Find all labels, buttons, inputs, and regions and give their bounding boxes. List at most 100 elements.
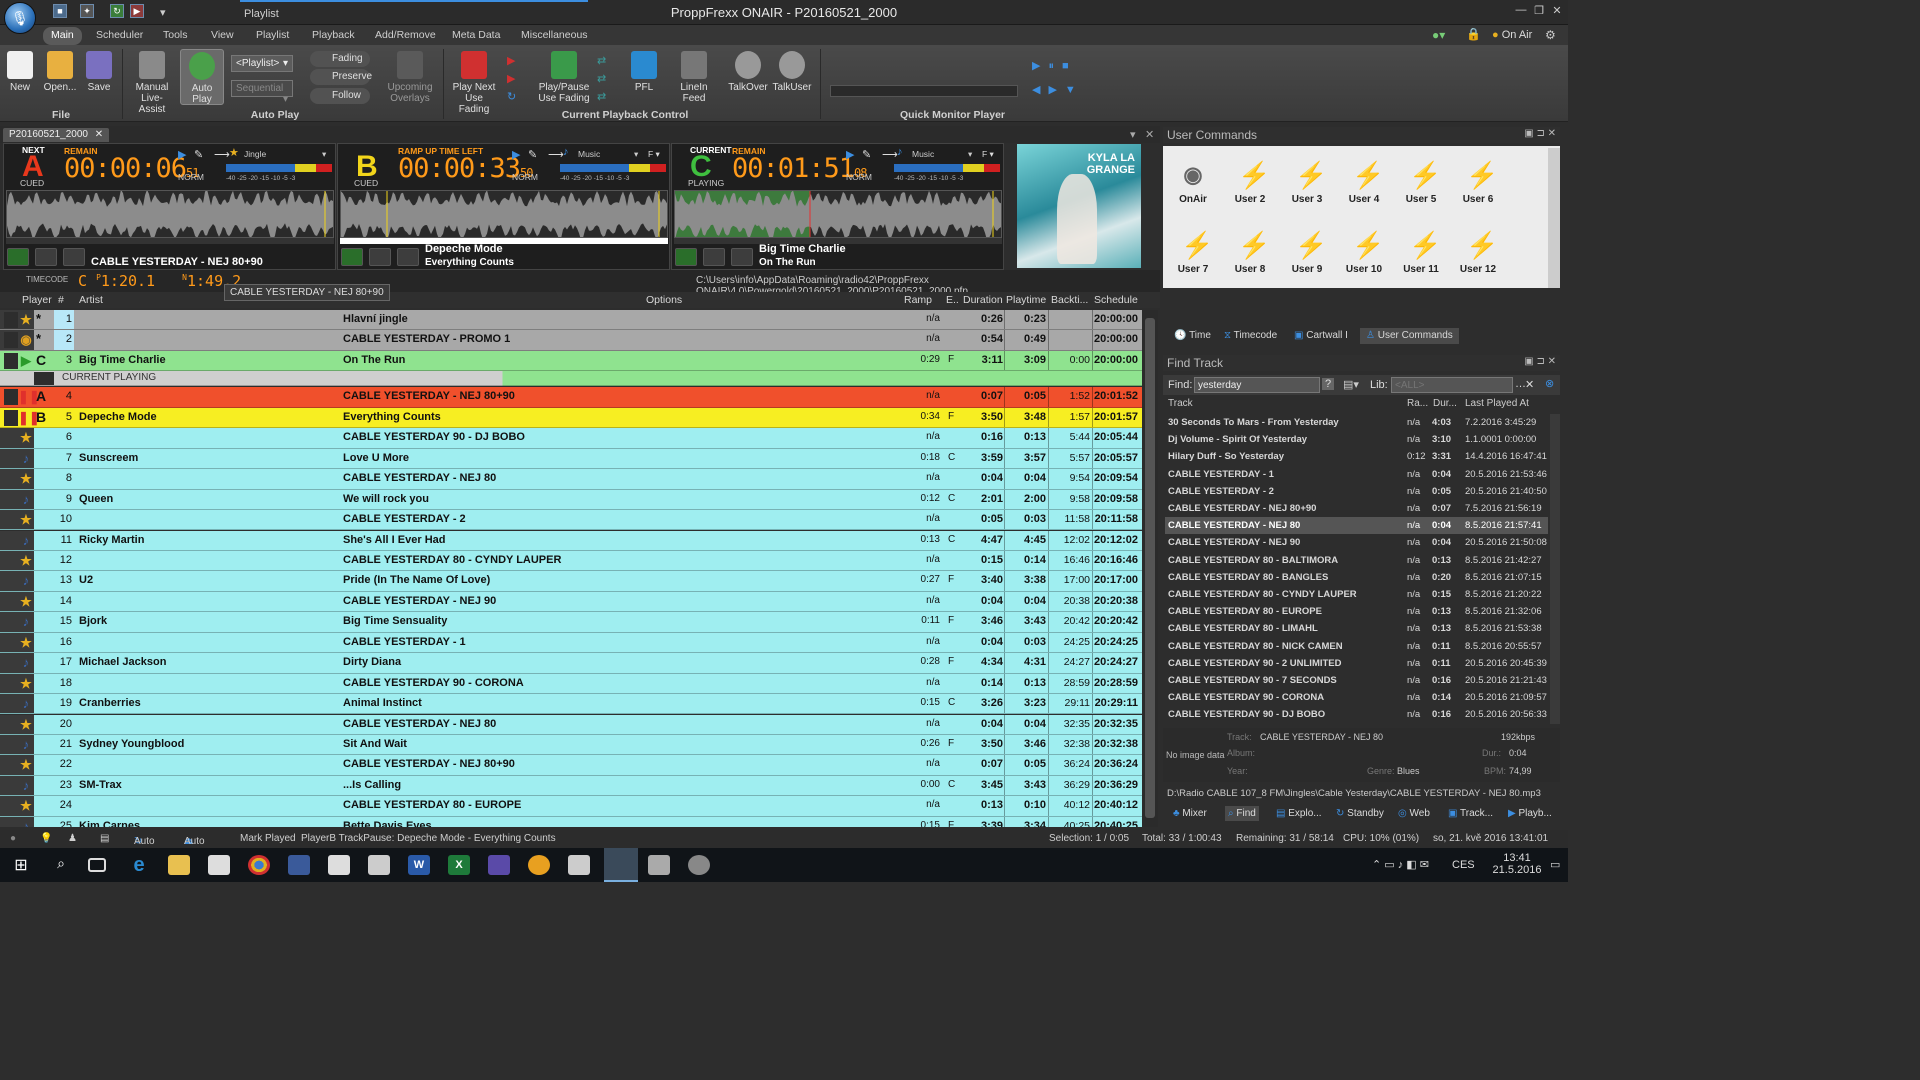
tab-miscellaneous[interactable]: Miscellaneous — [513, 27, 596, 45]
close-button[interactable]: ✕ — [1549, 4, 1565, 18]
table-row[interactable]: ▶ C 3 Big Time Charlie On The Run 0:29 F 3:11 3:… — [0, 351, 1142, 371]
panel-menu-icon[interactable]: ▾ — [1130, 128, 1136, 141]
row-drag-handle[interactable] — [4, 594, 18, 610]
row-drag-handle[interactable] — [4, 676, 18, 692]
tab-scheduler[interactable]: Scheduler — [88, 27, 151, 45]
col-playtime[interactable]: Playtime — [1006, 294, 1046, 306]
table-row[interactable]: ❚❚ A 4 CABLE YESTERDAY - NEJ 80+90 n/a 0:07 0:… — [0, 387, 1142, 407]
chrome-icon[interactable] — [248, 855, 270, 875]
user-command-7[interactable]: ⚡ User 7 — [1165, 230, 1221, 275]
list-item[interactable]: CABLE YESTERDAY - 2 n/a 0:05 20.5.2016 21:4… — [1165, 483, 1548, 500]
edge-browser-icon[interactable]: e — [128, 855, 150, 875]
playlist-scrollbar[interactable] — [1142, 310, 1158, 827]
row-drag-handle[interactable] — [4, 696, 18, 712]
row-drag-handle[interactable] — [4, 655, 18, 671]
preserve-toggle[interactable]: Preserve — [310, 69, 370, 85]
minimize-button[interactable]: — — [1513, 4, 1529, 18]
tab-timecode[interactable]: ⧖ Timecode — [1218, 328, 1283, 344]
col-player[interactable]: Player — [22, 294, 52, 306]
table-row[interactable]: ★ 12 CABLE YESTERDAY 80 - CYNDY LAUPER n/a 0… — [0, 551, 1142, 571]
deck-waveform[interactable] — [340, 190, 668, 238]
tab-add-remove[interactable]: Add/Remove — [367, 27, 444, 45]
table-row[interactable]: ★ 20 CABLE YESTERDAY - NEJ 80 n/a 0:04 0:04 32… — [0, 715, 1142, 735]
find-results-scrollbar[interactable] — [1550, 414, 1560, 724]
tab-tools[interactable]: Tools — [155, 27, 196, 45]
user-command-8[interactable]: ⚡ User 8 — [1222, 230, 1278, 275]
table-row[interactable]: ★ 8 CABLE YESTERDAY - NEJ 80 n/a 0:04 0:04 9:5… — [0, 469, 1142, 489]
table-row[interactable]: ♪ 19 Cranberries Animal Instinct 0:15 C 3:26 3:… — [0, 694, 1142, 714]
follow-toggle[interactable]: Follow — [310, 88, 370, 104]
bulb-icon[interactable]: 💡 — [40, 833, 52, 844]
row-drag-handle[interactable] — [4, 553, 18, 569]
floppy-app-icon[interactable] — [488, 855, 510, 875]
row-drag-handle[interactable] — [4, 312, 18, 328]
deck-rewind-button[interactable] — [63, 248, 85, 266]
close-tab-icon[interactable]: ✕ — [95, 129, 103, 140]
talkuser-button[interactable]: TalkUser — [772, 51, 812, 93]
playlist-scroll-thumb[interactable] — [1145, 318, 1155, 818]
save-button[interactable]: Save — [84, 51, 114, 93]
col-dur[interactable]: Dur... — [1433, 398, 1457, 409]
notifications-icon[interactable]: ▭ — [1550, 858, 1560, 871]
deck-waveform[interactable] — [674, 190, 1002, 238]
system-tray-icons[interactable]: ⌃ ▭ ♪ ◧ ✉ — [1372, 858, 1429, 871]
dock-tab-web[interactable]: ◎ Web — [1395, 806, 1433, 821]
table-row[interactable]: ♪ 21 Sydney Youngblood Sit And Wait 0:26 F 3:5… — [0, 735, 1142, 755]
list-item[interactable]: CABLE YESTERDAY 80 - LIMAHL n/a 0:13 8.5.20… — [1165, 620, 1548, 637]
find-options-icon[interactable]: ▤▾ — [1343, 378, 1359, 391]
table-row[interactable]: ♪ 13 U2 Pride (In The Name Of Love) 0:27 F 3:4… — [0, 571, 1142, 591]
table-row[interactable]: ♪ 11 Ricky Martin She's All I Ever Had 0:13 C… — [0, 531, 1142, 551]
deck-stop-button[interactable] — [369, 248, 391, 266]
playlist-combo[interactable]: <Playlist> ▾ — [231, 55, 293, 72]
film-app-icon[interactable] — [648, 855, 670, 875]
user-command-6[interactable]: ⚡ User 6 — [1450, 160, 1506, 205]
table-row[interactable]: ◉ * 2 CABLE YESTERDAY - PROMO 1 n/a 0:54 0:49 2… — [0, 330, 1142, 350]
table-row[interactable]: ★ * 1 Hlavní jingle n/a 0:26 0:23 20:00:00 — [0, 310, 1142, 330]
table-row[interactable]: ★ 24 CABLE YESTERDAY 80 - EUROPE n/a 0:13 0:1… — [0, 796, 1142, 816]
dock-tab-standby[interactable]: ↻ Standby — [1333, 806, 1387, 821]
table-row[interactable]: ★ 16 CABLE YESTERDAY - 1 n/a 0:04 0:03 24:25 20… — [0, 633, 1142, 653]
list-item[interactable]: CABLE YESTERDAY 80 - NICK CAMEN n/a 0:11 8.… — [1165, 638, 1548, 655]
row-drag-handle[interactable] — [4, 451, 18, 467]
table-row[interactable]: ♪ 25 Kim Carnes Bette Davis Eyes 0:15 F 3:39 3:… — [0, 817, 1142, 827]
list-item[interactable]: Hilary Duff - So Yesterday 0:12 3:31 14.4.2… — [1165, 448, 1548, 465]
row-drag-handle[interactable] — [4, 737, 18, 753]
tab-main[interactable]: Main — [43, 27, 82, 45]
new-button[interactable]: New — [6, 51, 34, 93]
tab-playlist[interactable]: Playlist — [248, 27, 297, 45]
open-button[interactable]: Open... — [42, 51, 78, 93]
user-command-12[interactable]: ⚡ User 12 — [1450, 230, 1506, 275]
linein-feed-button[interactable]: LineIn Feed — [676, 51, 712, 104]
calendar-icon[interactable] — [368, 855, 390, 875]
dock-tab-explo[interactable]: ▤ Explo... — [1273, 806, 1325, 821]
col-track[interactable]: Track — [1168, 398, 1193, 409]
row-drag-handle[interactable] — [4, 573, 18, 589]
col-options[interactable]: Options — [646, 294, 682, 306]
deck-position-bar[interactable] — [6, 238, 334, 244]
auto-play-button[interactable]: Auto Play — [180, 49, 224, 105]
table-row[interactable]: ♪ 15 Bjork Big Time Sensuality 0:11 F 3:46 3:43… — [0, 612, 1142, 632]
taskbar-clock[interactable]: 13:41 21.5.2016 — [1490, 852, 1544, 876]
list-item[interactable]: CABLE YESTERDAY - 1 n/a 0:04 20.5.2016 21:5… — [1165, 466, 1548, 483]
table-row[interactable]: ♪ 9 Queen We will rock you 0:12 C 2:01 2:00 9:58… — [0, 490, 1142, 510]
deck-play-icon[interactable]: ▶ — [512, 148, 520, 161]
col-e[interactable]: E.. — [946, 294, 959, 306]
table-row[interactable]: ❚❚ B 5 Depeche Mode Everything Counts 0:34 F 3:… — [0, 408, 1142, 428]
deck-play-icon[interactable]: ▶ — [846, 148, 854, 161]
excel-icon[interactable]: X — [448, 855, 470, 875]
row-drag-handle[interactable] — [4, 512, 18, 528]
user-command-1[interactable]: ◉ OnAir — [1165, 160, 1221, 205]
table-row[interactable]: ★ 6 CABLE YESTERDAY 90 - DJ BOBO n/a 0:16 0:1… — [0, 428, 1142, 448]
user-command-4[interactable]: ⚡ User 4 — [1336, 160, 1392, 205]
mark-played-button[interactable]: Mark Played — [240, 833, 296, 844]
deck-edit-icon[interactable]: ✎ — [862, 148, 871, 161]
find-help-icon[interactable]: ? — [1322, 378, 1334, 390]
user-commands-scrollbar[interactable] — [1548, 148, 1560, 288]
talkover-button[interactable]: TalkOver — [728, 51, 768, 93]
list-item[interactable]: CABLE YESTERDAY - NEJ 80+90 n/a 0:07 7.5.20… — [1165, 500, 1548, 517]
deck-waveform[interactable] — [6, 190, 334, 238]
list-item[interactable]: 30 Seconds To Mars - From Yesterday n/a 4:… — [1165, 414, 1548, 431]
media-app-icon[interactable] — [528, 855, 550, 875]
user-command-11[interactable]: ⚡ User 11 — [1393, 230, 1449, 275]
col-schedule[interactable]: Schedule — [1094, 294, 1138, 306]
